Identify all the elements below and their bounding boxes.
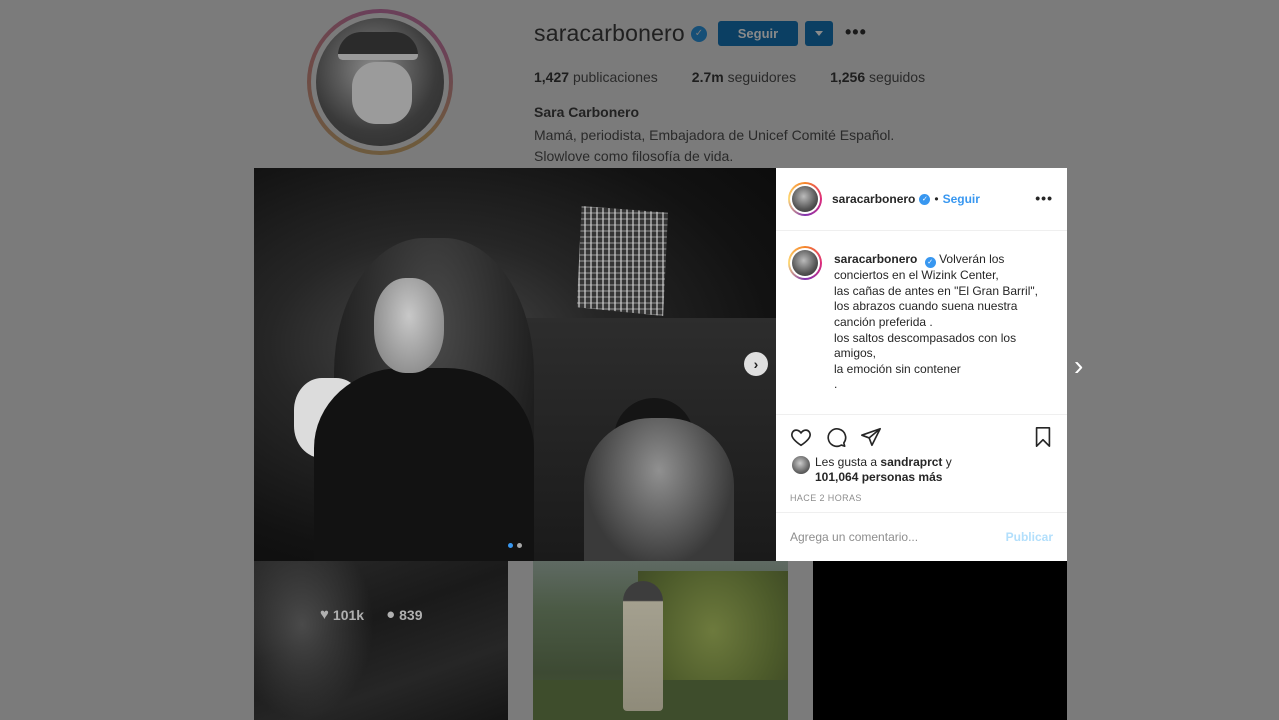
caption-line: Volverán los <box>939 252 1005 266</box>
post-likes: Les gusta a sandraprct y 101,064 persona… <box>792 455 952 485</box>
suggestions-dropdown-button[interactable] <box>805 21 833 46</box>
heart-icon[interactable] <box>790 426 812 448</box>
liker-username[interactable]: sandraprct <box>880 455 942 469</box>
post-follow-button[interactable]: Seguir <box>943 192 980 206</box>
following-count[interactable]: 1,256 seguidos <box>830 69 925 85</box>
bio-line: Mamá, periodista, Embajadora de Unicef C… <box>534 127 895 143</box>
caption-line: los saltos descompasados con los <box>834 330 1017 345</box>
caption-line: conciertos en el Wizink Center, <box>834 268 999 283</box>
caption-line: canción preferida . <box>834 315 933 330</box>
profile-bio: Mamá, periodista, Embajadora de Unicef C… <box>534 125 894 167</box>
verified-icon: ✓ <box>919 193 931 205</box>
grid-post-1[interactable]: ♥ 101k ● 839 <box>254 561 508 720</box>
verified-icon: ✓ <box>690 25 707 42</box>
profile-options-button[interactable]: ••• <box>845 23 867 41</box>
bio-line: Slowlove como filosofía de vida. <box>534 148 734 164</box>
grid-post-2[interactable] <box>533 561 788 720</box>
post-photo[interactable]: › <box>254 168 776 561</box>
chevron-down-icon <box>815 31 823 36</box>
post-author-avatar[interactable] <box>788 182 822 216</box>
caption-line: . <box>834 377 838 392</box>
publish-button[interactable]: Publicar <box>1006 530 1053 544</box>
post-panel: saracarbonero ✓ • Seguir ••• saracarbone… <box>776 168 1067 561</box>
comment-input[interactable] <box>790 530 1006 544</box>
follow-button[interactable]: Seguir <box>718 21 798 46</box>
verified-icon: ✓ <box>924 257 936 269</box>
followers-count[interactable]: 2.7m seguidores <box>692 69 796 85</box>
post-options-button[interactable]: ••• <box>1035 190 1053 206</box>
carousel-next-button[interactable]: › <box>744 352 768 376</box>
grid-post-3[interactable] <box>813 561 1067 720</box>
caption-line: la emoción sin contener <box>834 361 961 376</box>
caption-line: los abrazos cuando suena nuestra <box>834 299 1018 314</box>
carousel-dot-active <box>508 543 513 548</box>
caption-author-avatar[interactable] <box>788 246 822 280</box>
post-timestamp[interactable]: HACE 2 HORAS <box>790 493 862 503</box>
profile-username-row: saracarbonero ✓ <box>534 20 707 47</box>
share-icon[interactable] <box>860 426 882 448</box>
post-header: saracarbonero ✓ • Seguir ••• <box>776 168 1067 231</box>
post-actions <box>790 426 1055 448</box>
post-author-username[interactable]: saracarbonero <box>832 192 915 206</box>
carousel-indicator <box>508 543 526 548</box>
profile-header: saracarbonero ✓ Seguir ••• 1,427 publica… <box>0 0 1279 168</box>
profile-full-name: Sara Carbonero <box>534 104 640 120</box>
grid-post-stats: ♥ 101k ● 839 <box>320 606 444 623</box>
liker-avatar[interactable] <box>792 456 810 474</box>
chevron-right-icon[interactable]: › <box>1074 352 1083 380</box>
comment-icon[interactable] <box>825 426 847 448</box>
profile-avatar[interactable] <box>307 9 453 155</box>
heart-icon: ♥ <box>320 606 329 623</box>
caption-line: amigos, <box>834 346 877 361</box>
grid-post-likes: 101k <box>332 606 365 623</box>
caption-username[interactable]: saracarbonero <box>834 252 917 266</box>
caption-line: las cañas de antes en "El Gran Barril", <box>834 283 1038 298</box>
post-caption: saracarbonero ✓ Volverán los conciertos … <box>776 232 1067 415</box>
posts-count: 1,427 publicaciones <box>534 69 658 85</box>
building-lights <box>576 206 668 316</box>
likes-count[interactable]: 101,064 personas más <box>815 470 942 484</box>
bookmark-icon[interactable] <box>1032 426 1054 448</box>
comment-icon: ● <box>386 606 396 623</box>
grid-post-comments: 839 <box>399 606 423 623</box>
likes-joiner: y <box>945 455 952 469</box>
profile-stats: 1,427 publicaciones 2.7m seguidores 1,25… <box>534 69 959 85</box>
likes-prefix: Les gusta a <box>815 455 878 469</box>
carousel-dot <box>517 543 522 548</box>
profile-username: saracarbonero <box>534 20 685 46</box>
header-separator: • <box>934 192 939 206</box>
comment-bar: Publicar <box>776 512 1067 561</box>
caption-text: saracarbonero ✓ Volverán los conciertos … <box>834 252 1054 400</box>
